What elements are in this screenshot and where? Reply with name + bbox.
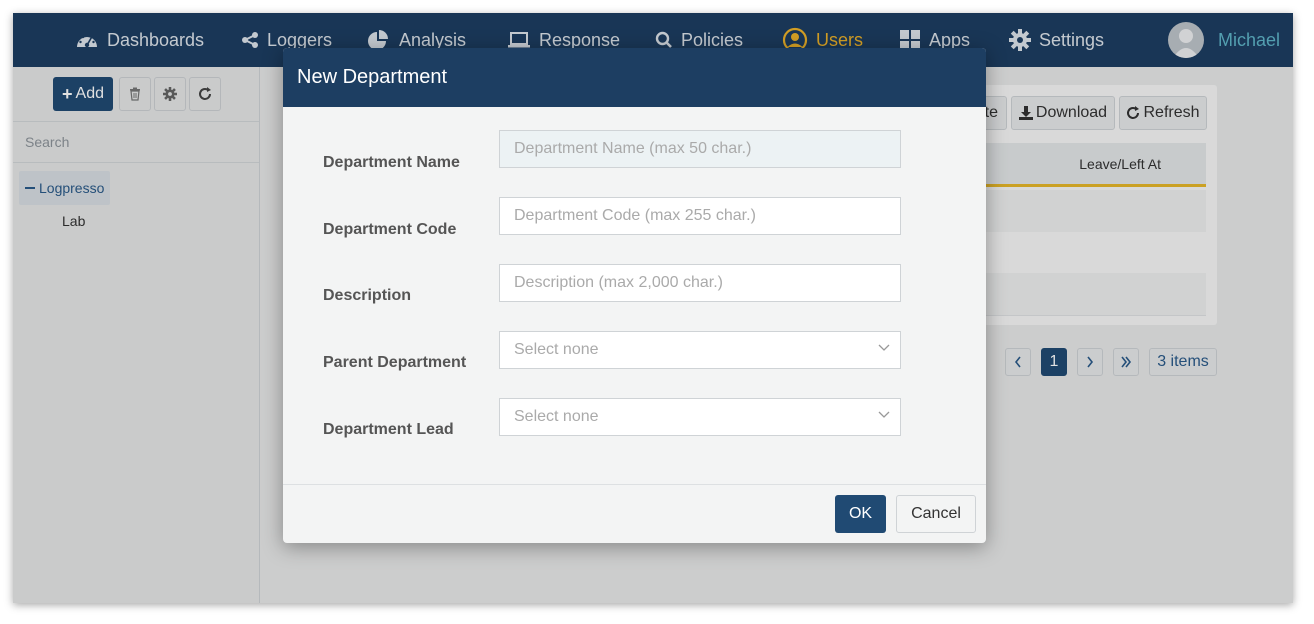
select-placeholder: Select none xyxy=(514,408,599,425)
description-input[interactable]: Description (max 2,000 char.) xyxy=(499,264,901,302)
input-placeholder: Department Code (max 255 char.) xyxy=(514,207,756,224)
department-name-label: Department Name xyxy=(323,154,460,171)
department-code-input[interactable]: Department Code (max 255 char.) xyxy=(499,197,901,235)
parent-department-select[interactable]: Select none xyxy=(499,331,901,369)
parent-department-label: Parent Department xyxy=(323,354,467,371)
department-name-input[interactable]: Department Name (max 50 char.) xyxy=(499,130,901,168)
dialog-title: New Department xyxy=(297,66,448,88)
input-placeholder: Department Name (max 50 char.) xyxy=(514,140,752,157)
dialog-header: New Department xyxy=(283,48,986,107)
app-window: Dashboards Loggers Analysis Response Pol… xyxy=(13,13,1293,603)
new-department-dialog: New Department Department Name Departmen… xyxy=(283,48,986,543)
department-lead-select[interactable]: Select none xyxy=(499,398,901,436)
ok-button[interactable]: OK xyxy=(835,495,886,533)
department-lead-label: Department Lead xyxy=(323,421,454,438)
dialog-footer: OK Cancel xyxy=(283,484,986,543)
chevron-down-icon xyxy=(878,411,890,418)
select-placeholder: Select none xyxy=(514,341,599,358)
description-label: Description xyxy=(323,287,412,304)
chevron-down-icon xyxy=(878,344,890,351)
cancel-button[interactable]: Cancel xyxy=(896,495,976,533)
department-code-label: Department Code xyxy=(323,221,457,238)
input-placeholder: Description (max 2,000 char.) xyxy=(514,274,723,291)
